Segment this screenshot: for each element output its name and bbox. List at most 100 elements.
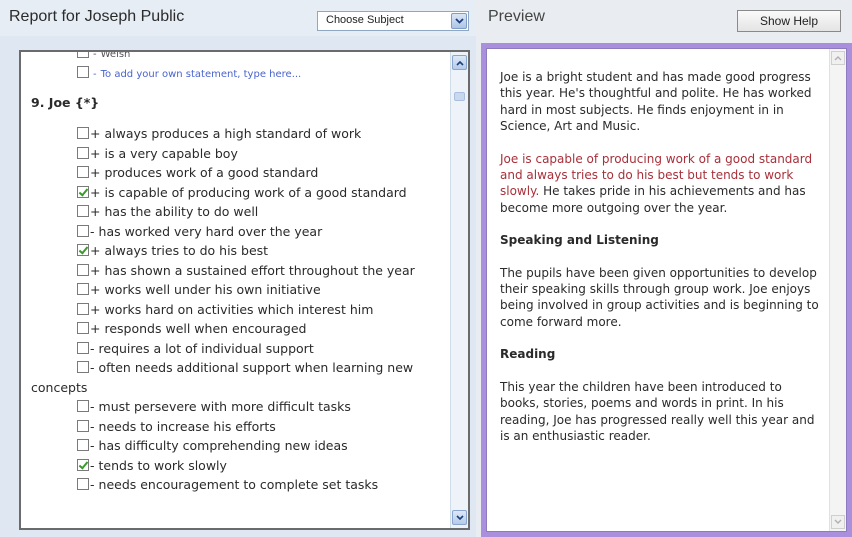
statement-text: works well under his own initiative [104, 282, 321, 297]
statement-sign: + [90, 301, 101, 317]
scroll-thumb[interactable] [454, 92, 465, 101]
statement-row[interactable]: + is capable of producing work of a good … [21, 183, 449, 203]
statement-sign: - [90, 438, 95, 453]
report-editor-pane: Report for Joseph Public Choose Subject … [0, 0, 476, 537]
statement-text: has shown a sustained effort throughout … [104, 262, 415, 278]
statement-checkbox[interactable] [77, 166, 89, 178]
statement-row[interactable]: + is a very capable boy [21, 144, 449, 164]
speaking-paragraph: The pupils have been given opportunities… [500, 265, 819, 329]
statement-text: must persevere with more difficult tasks [98, 399, 351, 414]
statement-checkbox[interactable] [77, 458, 89, 471]
statement-sign: - [90, 457, 95, 473]
statement-row[interactable]: - requires a lot of individual support [21, 339, 449, 359]
statement-sign: - [93, 50, 97, 60]
statement-sign: - [93, 68, 97, 80]
statement-checkbox[interactable] [77, 400, 89, 412]
preview-frame: Joe is a bright student and has made goo… [481, 43, 852, 537]
preview-text: Joe is a bright student and has made goo… [500, 69, 820, 460]
statement-text: responds well when encouraged [104, 321, 307, 336]
statement-row[interactable]: + has the ability to do well [21, 202, 449, 222]
statement-row[interactable]: + works well under his own initiative [21, 280, 449, 300]
statement-row[interactable]: - Welsh [21, 50, 449, 65]
statement-checkbox[interactable] [77, 439, 89, 451]
statement-sign: - [90, 340, 95, 356]
statement-checkbox[interactable] [77, 205, 89, 217]
chevron-down-icon[interactable] [451, 13, 467, 29]
speaking-heading: Speaking and Listening [500, 233, 659, 248]
statement-row[interactable]: - has difficulty comprehending new ideas [21, 436, 449, 456]
statement-text: has the ability to do well [104, 204, 259, 219]
statement-text: is a very capable boy [104, 145, 238, 161]
statement-sign: + [90, 262, 101, 278]
preview-title: Preview [488, 8, 545, 25]
statement-row[interactable]: - needs to increase his efforts [21, 417, 449, 437]
statement-sign: + [90, 204, 101, 219]
statement-sign: - [90, 477, 95, 492]
statement-text: produces work of a good standard [104, 165, 319, 180]
statement-row[interactable]: + always produces a high standard of work [21, 124, 449, 144]
statement-checkbox[interactable] [77, 361, 89, 373]
statement-list-scrollbar[interactable] [450, 52, 468, 528]
scroll-down-button[interactable] [452, 510, 467, 525]
statement-text: works hard on activities which interest … [104, 301, 374, 317]
statement-row[interactable]: + works hard on activities which interest… [21, 300, 449, 320]
statement-text: is capable of producing work of a good s… [104, 184, 407, 200]
statement-row[interactable]: - must persevere with more difficult task… [21, 397, 449, 417]
statement-row[interactable]: - often needs additional support when lea… [21, 358, 449, 397]
statement-row[interactable]: + has shown a sustained effort throughout… [21, 261, 449, 281]
statement-checkbox[interactable] [77, 224, 89, 237]
preview-scroll-down-button[interactable] [831, 515, 845, 529]
statement-row[interactable]: + produces work of a good standard [21, 163, 449, 183]
statement-text: always produces a high standard of work [104, 126, 362, 141]
report-title: Report for Joseph Public [9, 8, 185, 25]
preview-paragraph: Joe is a bright student and has made goo… [500, 70, 812, 134]
preview-document[interactable]: Joe is a bright student and has made goo… [486, 48, 847, 532]
statement-checkbox[interactable] [77, 283, 89, 295]
statement-text: always tries to do his best [104, 243, 269, 258]
preview-paragraph-rest: He takes pride in his achievements and h… [500, 184, 806, 215]
scroll-up-button[interactable] [452, 55, 467, 70]
statement-checkbox[interactable] [77, 341, 89, 354]
statement-text: requires a lot of individual support [98, 340, 314, 356]
statement-text: has worked very hard over the year [98, 223, 323, 239]
statement-checkbox[interactable] [77, 302, 89, 315]
statement-checkbox[interactable] [77, 263, 89, 276]
preview-scroll-up-button[interactable] [831, 51, 845, 65]
choose-subject-label: Choose Subject [326, 14, 404, 26]
statement-text: tends to work slowly [98, 457, 227, 473]
statement-sign: - [90, 223, 95, 239]
statement-sign: + [90, 145, 101, 161]
statement-checkbox[interactable] [77, 52, 89, 58]
statement-checkbox[interactable] [77, 146, 89, 159]
statement-checkbox[interactable] [77, 244, 89, 256]
statement-sign: + [90, 184, 101, 200]
statement-row[interactable]: + always tries to do his best [21, 241, 449, 261]
statement-sign: + [90, 321, 101, 336]
statement-text: has difficulty comprehending new ideas [98, 438, 348, 453]
choose-subject-dropdown[interactable]: Choose Subject [317, 11, 469, 31]
statement-checkbox[interactable] [77, 185, 89, 198]
statement-text: To add your own statement, type here... [100, 68, 302, 80]
preview-paragraph-highlighted: Joe is capable of producing work of a go… [500, 151, 820, 217]
statement-row[interactable]: - To add your own statement, type here... [21, 65, 449, 85]
statement-checkbox[interactable] [77, 127, 89, 139]
preview-scrollbar[interactable] [829, 49, 846, 531]
reading-paragraph: This year the children have been introdu… [500, 379, 815, 443]
statement-row[interactable]: + responds well when encouraged [21, 319, 449, 339]
statement-row[interactable]: - tends to work slowly [21, 456, 449, 476]
statement-text: needs to increase his efforts [98, 418, 276, 434]
report-header: Report for Joseph Public Choose Subject [0, 0, 476, 36]
show-help-button[interactable]: Show Help [737, 10, 841, 32]
statement-checkbox[interactable] [77, 478, 89, 490]
statement-text: needs encouragement to complete set task… [98, 477, 379, 492]
reading-heading: Reading [500, 347, 556, 362]
statement-checkbox[interactable] [77, 322, 89, 334]
statement-checkbox[interactable] [77, 65, 89, 78]
statement-sign: - [90, 360, 95, 375]
statement-checkbox[interactable] [77, 419, 89, 432]
statement-row[interactable]: - needs encouragement to complete set tas… [21, 475, 449, 495]
statement-row[interactable]: - has worked very hard over the year [21, 222, 449, 242]
statement-text: Welsh [100, 50, 131, 60]
statement-list[interactable]: - Welsh - To add your own statement, type h… [19, 50, 470, 530]
statement-sign: + [90, 165, 101, 180]
